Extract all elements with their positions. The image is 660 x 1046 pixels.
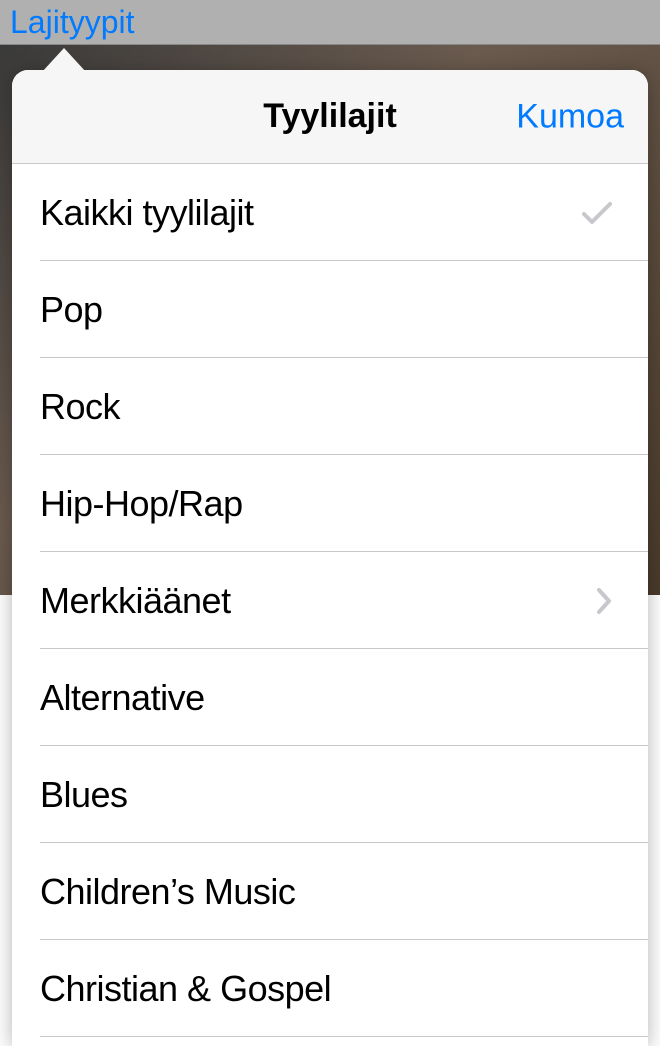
genre-label: Rock [40,386,120,428]
checkmark-icon [582,201,612,225]
back-button-label[interactable]: Lajityypit [10,4,135,41]
genre-label: Christian & Gospel [40,968,331,1010]
popover-title: Tyylilajit [263,97,397,136]
genre-list[interactable]: Kaikki tyylilajit Pop Rock Hip-Hop/Rap Merkk… [12,164,648,1046]
popover-arrow [42,48,86,72]
genre-row[interactable]: Merkkiäänet [12,552,648,649]
genre-row[interactable]: Children’s Music [12,843,648,940]
genre-row[interactable]: Classical [12,1037,648,1046]
genre-row[interactable]: Blues [12,746,648,843]
cancel-button[interactable]: Kumoa [516,97,624,136]
genre-label: Kaikki tyylilajit [40,192,254,234]
genre-label: Children’s Music [40,871,295,913]
popover-header: Tyylilajit Kumoa [12,70,648,164]
genre-row[interactable]: Christian & Gospel [12,940,648,1037]
genre-row[interactable]: Kaikki tyylilajit [12,164,648,261]
genre-label: Pop [40,289,103,331]
chevron-right-icon [596,587,612,615]
genre-label: Hip-Hop/Rap [40,483,243,525]
genre-row[interactable]: Pop [12,261,648,358]
genre-label: Blues [40,774,128,816]
genre-row[interactable]: Hip-Hop/Rap [12,455,648,552]
genre-label: Merkkiäänet [40,580,231,622]
genre-label: Alternative [40,677,205,719]
genre-row[interactable]: Alternative [12,649,648,746]
genre-row[interactable]: Rock [12,358,648,455]
genre-popover: Tyylilajit Kumoa Kaikki tyylilajit Pop Roc… [12,70,648,1046]
navbar: Lajityypit [0,0,660,45]
